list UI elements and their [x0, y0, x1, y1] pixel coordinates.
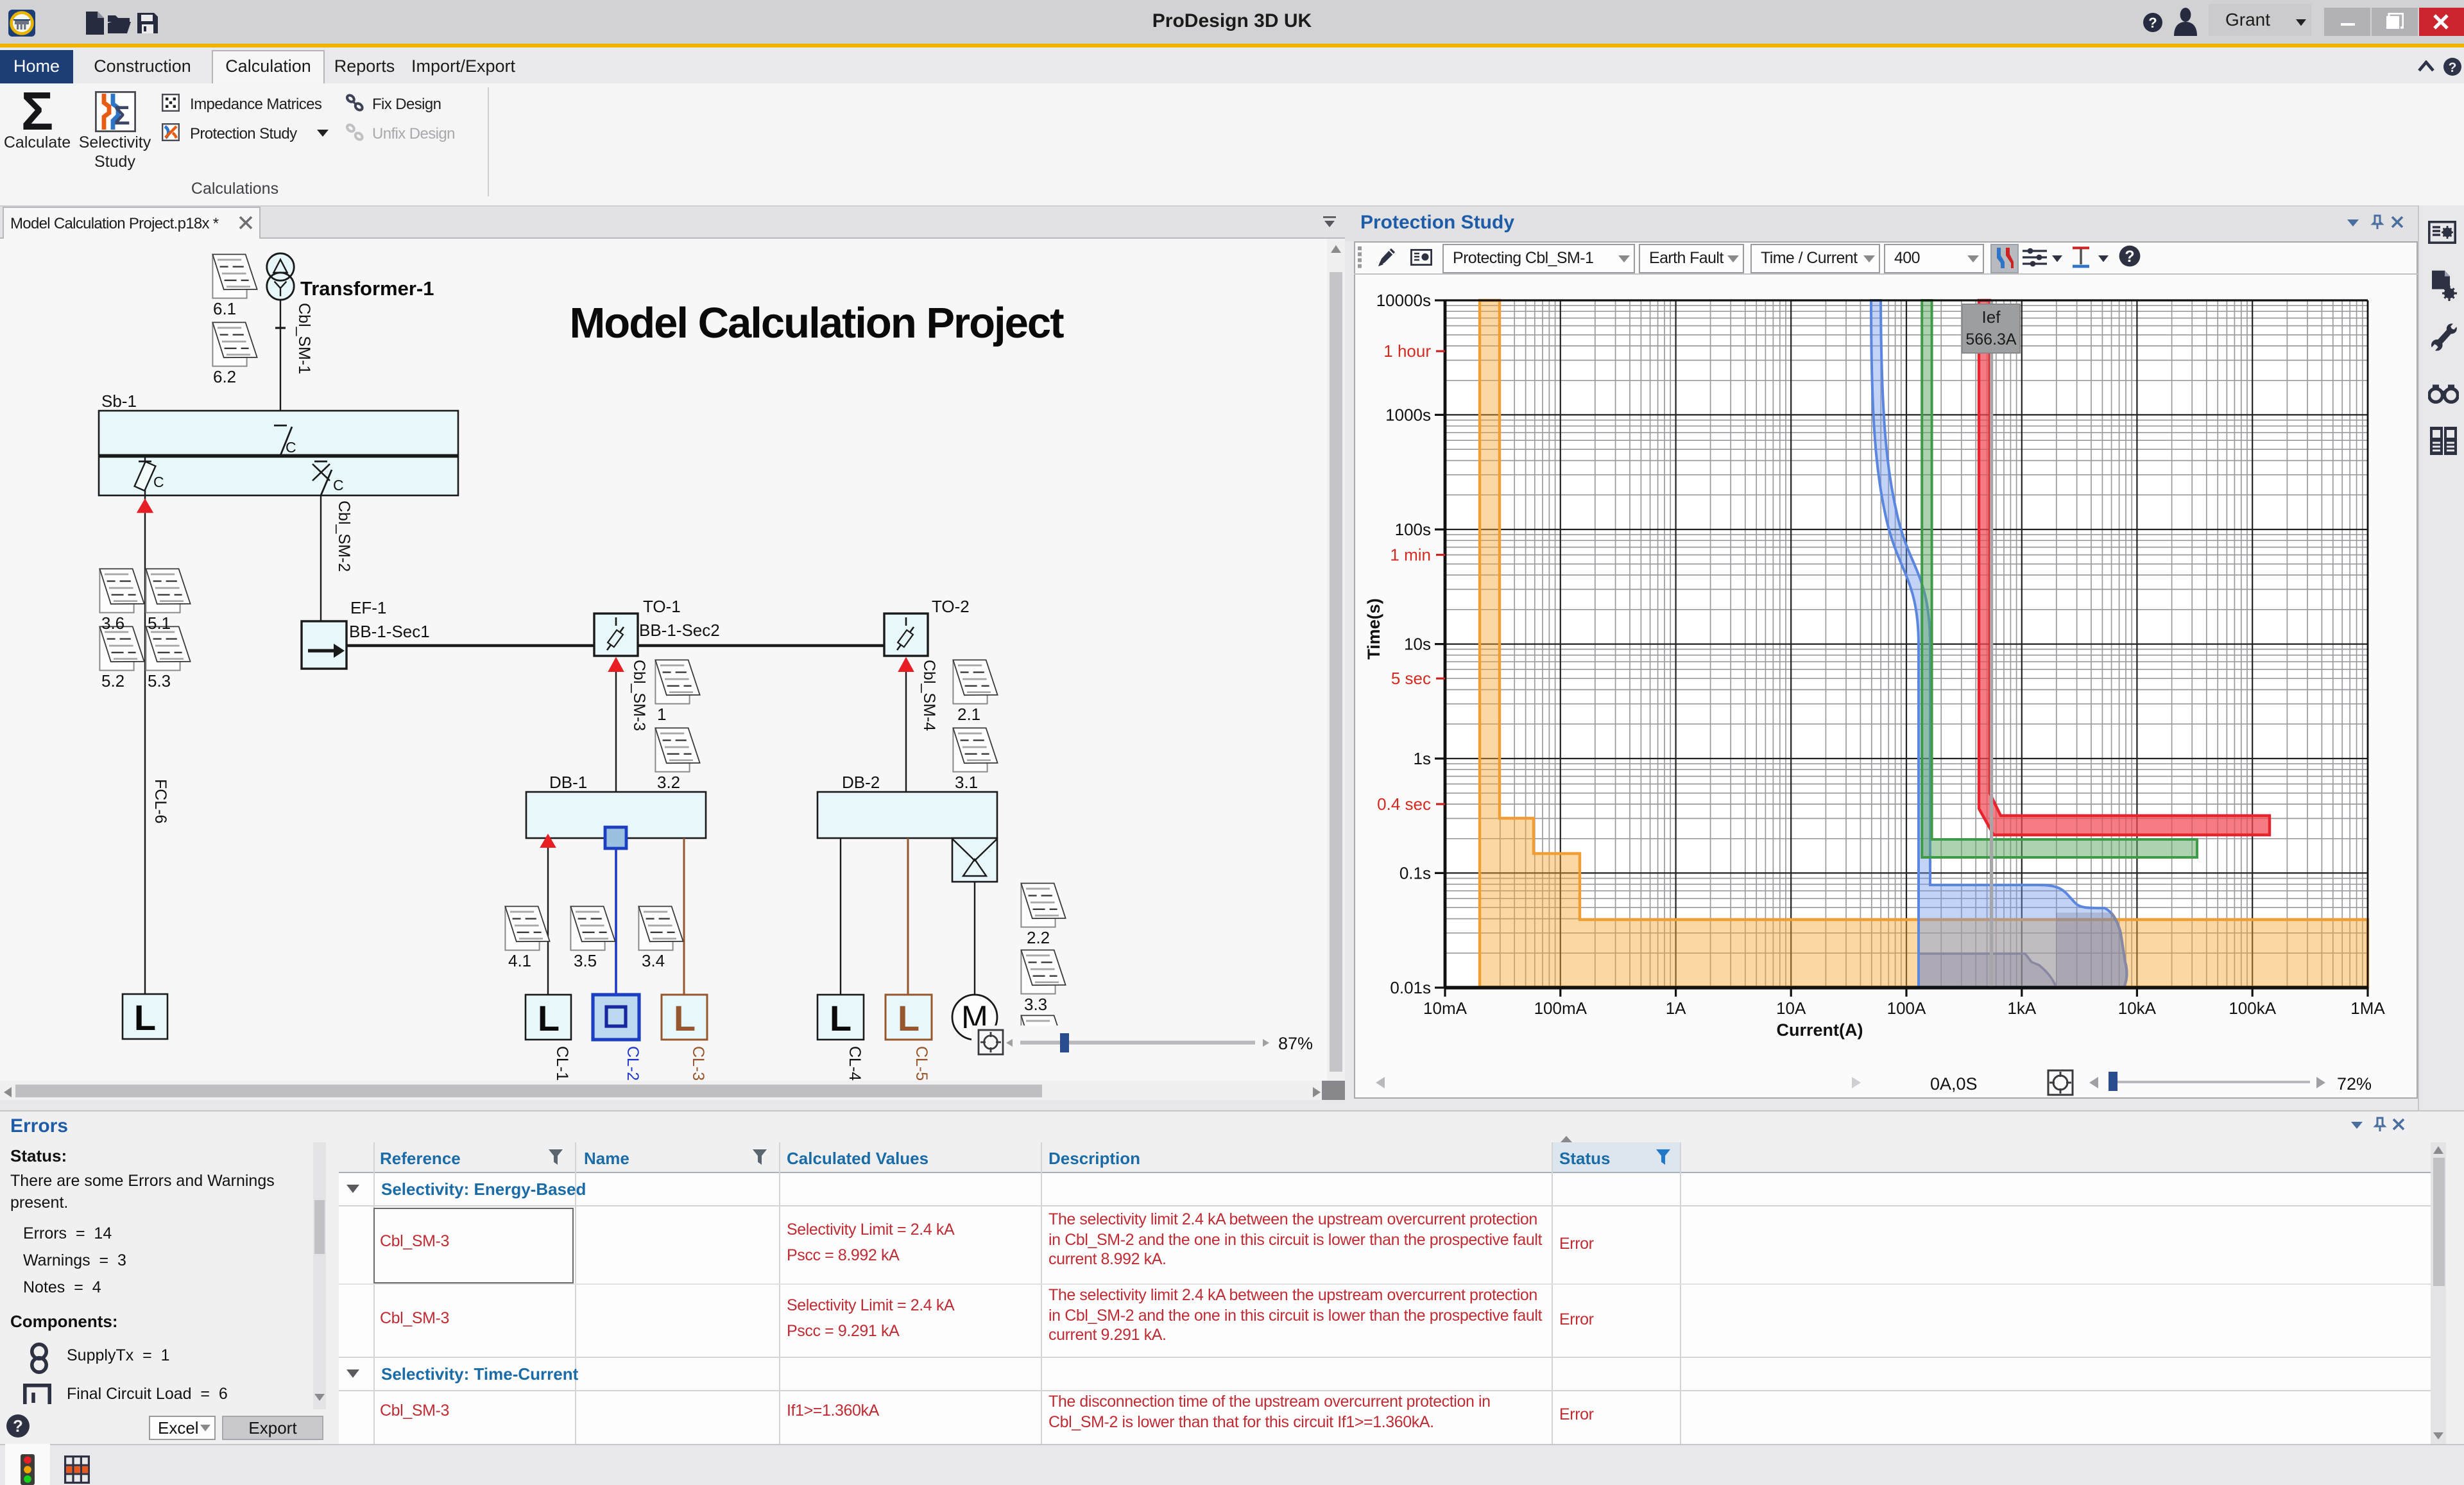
svg-text:DB-1: DB-1 [549, 773, 587, 792]
svg-text:FCL-6: FCL-6 [151, 779, 169, 823]
svg-text:5.1: 5.1 [148, 614, 171, 633]
svg-text:566.3A: 566.3A [1965, 330, 2017, 348]
svg-text:5.2: 5.2 [101, 671, 124, 691]
svg-text:CL-3: CL-3 [689, 1046, 707, 1081]
svg-text:2.1: 2.1 [957, 705, 980, 724]
svg-text:1A: 1A [1666, 999, 1686, 1018]
svg-text:L: L [538, 998, 560, 1038]
svg-text:?: ? [2125, 248, 2134, 266]
svg-text:5 sec: 5 sec [1391, 669, 1431, 688]
svg-text:?: ? [2148, 15, 2157, 31]
svg-text:3.4: 3.4 [642, 951, 665, 970]
svg-text:Ief: Ief [1982, 307, 2001, 327]
svg-text:1000s: 1000s [1385, 406, 1431, 425]
svg-text:0.1s: 0.1s [1399, 864, 1431, 883]
svg-text:0.4 sec: 0.4 sec [1377, 794, 1431, 814]
svg-text:10kA: 10kA [2118, 999, 2157, 1018]
svg-text:6.1: 6.1 [213, 299, 236, 318]
svg-text:87%: 87% [1278, 1034, 1313, 1053]
svg-text:L: L [830, 998, 851, 1038]
svg-text:DB-2: DB-2 [842, 773, 880, 792]
svg-text:L: L [134, 997, 156, 1038]
svg-text:3.6: 3.6 [101, 614, 124, 633]
svg-text:?: ? [13, 1416, 23, 1436]
svg-text:3.3: 3.3 [1024, 995, 1047, 1014]
svg-text:CL-1: CL-1 [553, 1046, 571, 1081]
svg-text:3.5: 3.5 [574, 951, 597, 970]
svg-text:CL-5: CL-5 [912, 1046, 930, 1081]
svg-text:3.2: 3.2 [657, 773, 680, 792]
svg-text:Cbl_SM-3: Cbl_SM-3 [630, 660, 648, 731]
svg-text:Cbl_SM-1: Cbl_SM-1 [295, 303, 313, 374]
svg-text:L: L [674, 998, 696, 1038]
svg-text:C: C [286, 439, 296, 456]
svg-text:1 hour: 1 hour [1383, 341, 1431, 361]
svg-text:1kA: 1kA [2007, 999, 2036, 1018]
svg-text:10s: 10s [1404, 634, 1431, 653]
svg-text:1: 1 [657, 705, 666, 724]
svg-text:?: ? [2449, 60, 2457, 75]
svg-text:100mA: 100mA [1534, 999, 1587, 1018]
svg-text:10000s: 10000s [1376, 291, 1431, 310]
svg-text:100A: 100A [1887, 999, 1926, 1018]
svg-text:1MA: 1MA [2350, 999, 2385, 1018]
svg-text:100s: 100s [1395, 520, 1431, 539]
svg-text:10mA: 10mA [1423, 999, 1467, 1018]
svg-text:6.2: 6.2 [213, 367, 236, 386]
svg-text:2.2: 2.2 [1027, 928, 1050, 947]
svg-text:CL-2: CL-2 [624, 1046, 642, 1081]
svg-text:CL-4: CL-4 [846, 1046, 864, 1081]
svg-text:5.3: 5.3 [148, 671, 171, 691]
svg-text:0.01s: 0.01s [1390, 978, 1431, 997]
svg-text:EF-1: EF-1 [350, 598, 386, 617]
svg-text:C: C [333, 477, 344, 494]
svg-text:TO-1: TO-1 [643, 597, 681, 616]
svg-text:Model Calculation Project: Model Calculation Project [569, 299, 1064, 347]
svg-text:TO-2: TO-2 [932, 597, 970, 616]
svg-text:Current(A): Current(A) [1777, 1020, 1863, 1040]
svg-text:Sb-1: Sb-1 [101, 391, 137, 411]
svg-text:100kA: 100kA [2229, 999, 2276, 1018]
svg-text:1s: 1s [1414, 749, 1431, 768]
svg-text:Cbl_SM-4: Cbl_SM-4 [920, 660, 938, 731]
svg-text:BB-1-Sec1: BB-1-Sec1 [349, 622, 430, 641]
svg-text:Time(s): Time(s) [1364, 598, 1383, 660]
svg-text:Σ: Σ [114, 100, 130, 130]
svg-text:L: L [898, 998, 920, 1038]
svg-text:BB-1-Sec2: BB-1-Sec2 [639, 621, 720, 640]
svg-text:4.1: 4.1 [508, 951, 531, 970]
svg-text:Cbl_SM-2: Cbl_SM-2 [335, 501, 353, 572]
svg-text:Transformer-1: Transformer-1 [300, 277, 434, 300]
svg-text:1 min: 1 min [1390, 545, 1431, 565]
svg-text:10A: 10A [1776, 999, 1806, 1018]
svg-text:3.1: 3.1 [955, 773, 978, 792]
svg-text:C: C [153, 474, 164, 490]
